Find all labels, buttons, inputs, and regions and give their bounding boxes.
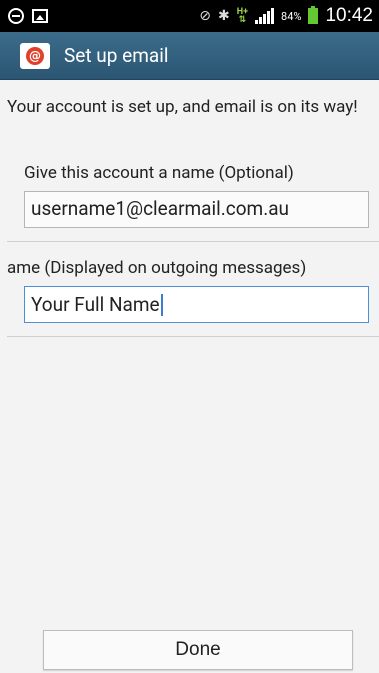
clock: 10:42	[325, 5, 373, 26]
setup-complete-message: Your account is set up, and email is on …	[7, 97, 358, 117]
your-name-label: ame (Displayed on outgoing messages)	[7, 258, 307, 278]
setup-content: Your account is set up, and email is on …	[0, 81, 379, 673]
eye-off-icon: ⊘	[199, 8, 212, 24]
done-button[interactable]: Done	[43, 630, 353, 670]
page-title: Set up email	[64, 44, 169, 67]
your-name-value: Your Full Name	[31, 293, 160, 316]
text-cursor	[160, 293, 163, 316]
status-bar: ⊘ ✱ H+ ⇅ 84% 10:42	[0, 0, 379, 32]
account-name-input[interactable]: username1@clearmail.com.au	[24, 191, 369, 228]
image-notification-icon	[32, 9, 48, 23]
signal-icon	[255, 8, 275, 24]
battery-percent: 84%	[281, 9, 302, 23]
action-bar: @ Set up email	[0, 32, 379, 80]
account-name-label: Give this account a name (Optional)	[24, 163, 294, 183]
battery-icon	[308, 6, 319, 24]
divider	[7, 336, 379, 337]
your-name-input[interactable]: Your Full Name	[24, 286, 369, 323]
bluetooth-icon: ✱	[218, 8, 230, 24]
email-app-icon[interactable]: @	[20, 42, 50, 69]
divider	[7, 241, 379, 242]
do-not-disturb-icon	[8, 8, 24, 24]
network-type-icon: H+ ⇅	[236, 7, 249, 25]
